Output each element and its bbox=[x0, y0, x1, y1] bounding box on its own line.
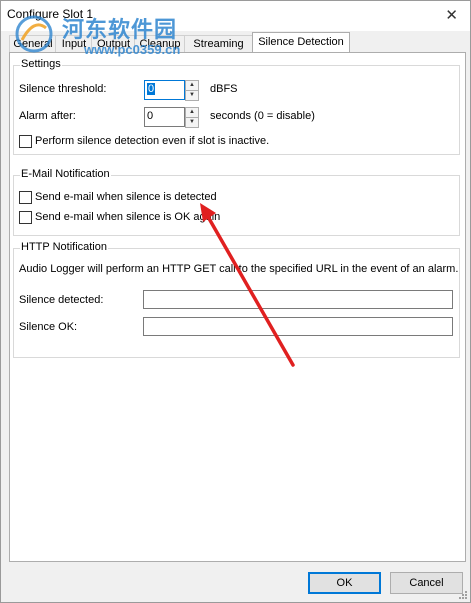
inactive-detection-checkbox[interactable] bbox=[19, 135, 32, 148]
tab-general[interactable]: General bbox=[9, 35, 57, 53]
email-ok-label[interactable]: Send e-mail when silence is OK again bbox=[35, 211, 220, 223]
spin-down-icon[interactable]: ▼ bbox=[185, 117, 199, 128]
tab-silence-detection[interactable]: Silence Detection bbox=[252, 32, 350, 54]
settings-legend: Settings bbox=[20, 58, 62, 70]
silence-threshold-value[interactable]: 0 bbox=[147, 83, 156, 95]
http-legend: HTTP Notification bbox=[20, 241, 108, 253]
ok-button[interactable]: OK bbox=[308, 572, 381, 594]
tab-output[interactable]: Output bbox=[91, 35, 136, 53]
silence-threshold-label: Silence threshold: bbox=[19, 83, 107, 95]
email-ok-checkbox[interactable] bbox=[19, 211, 32, 224]
alarm-after-spin-buttons: ▲ ▼ bbox=[185, 107, 199, 128]
silence-detected-url-input[interactable] bbox=[143, 290, 453, 309]
http-notification-group: HTTP Notification Audio Logger will perf… bbox=[13, 241, 460, 358]
silence-ok-url-label: Silence OK: bbox=[19, 321, 78, 333]
configure-slot-dialog: Configure Slot 1 ✕ General Input Output … bbox=[0, 0, 471, 603]
cancel-button[interactable]: Cancel bbox=[390, 572, 463, 594]
email-detected-checkbox[interactable] bbox=[19, 191, 32, 204]
resize-grip-icon[interactable] bbox=[458, 590, 468, 600]
title-bar[interactable]: Configure Slot 1 ✕ bbox=[1, 1, 470, 31]
close-icon[interactable]: ✕ bbox=[445, 6, 458, 24]
alarm-after-label: Alarm after: bbox=[19, 110, 76, 122]
http-description: Audio Logger will perform an HTTP GET ca… bbox=[19, 263, 459, 275]
tab-input[interactable]: Input bbox=[55, 35, 93, 53]
silence-detected-url-label: Silence detected: bbox=[19, 294, 104, 306]
settings-group: Settings Silence threshold: 0 ▲ ▼ dBFS A… bbox=[13, 58, 460, 155]
tab-cleanup[interactable]: Cleanup bbox=[134, 35, 186, 53]
email-notification-group: E-Mail Notification Send e-mail when sil… bbox=[13, 168, 460, 236]
inactive-detection-label[interactable]: Perform silence detection even if slot i… bbox=[35, 135, 269, 147]
alarm-after-value[interactable]: 0 bbox=[147, 110, 153, 122]
silence-threshold-stepper[interactable]: 0 ▲ ▼ bbox=[144, 80, 199, 101]
window-title: Configure Slot 1 bbox=[7, 7, 94, 21]
silence-threshold-spin-buttons: ▲ ▼ bbox=[185, 80, 199, 101]
alarm-after-stepper[interactable]: 0 ▲ ▼ bbox=[144, 107, 199, 128]
email-legend: E-Mail Notification bbox=[20, 168, 111, 180]
spin-down-icon[interactable]: ▼ bbox=[185, 90, 199, 101]
email-detected-label[interactable]: Send e-mail when silence is detected bbox=[35, 191, 217, 203]
threshold-unit-label: dBFS bbox=[210, 83, 238, 95]
silence-detection-panel: Settings Silence threshold: 0 ▲ ▼ dBFS A… bbox=[9, 52, 466, 562]
alarm-unit-label: seconds (0 = disable) bbox=[210, 110, 315, 122]
silence-ok-url-input[interactable] bbox=[143, 317, 453, 336]
tab-streaming[interactable]: Streaming bbox=[184, 35, 253, 53]
